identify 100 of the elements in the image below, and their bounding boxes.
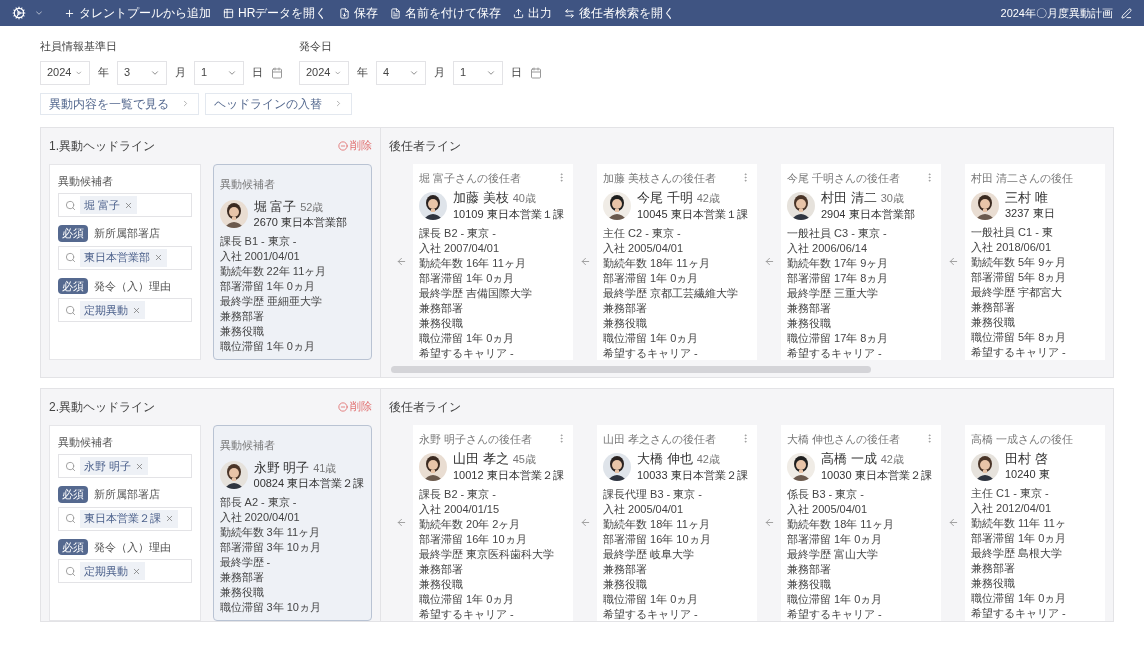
detail-line: 勤続年数 16年 11ヶ月 — [419, 255, 527, 271]
close-icon[interactable] — [165, 514, 174, 523]
detail-line: 最終学歴 亜細亜大学 — [219, 294, 323, 309]
selected-chip[interactable]: 永野 明子 — [80, 457, 149, 475]
person-name: 三村 唯 — [1005, 190, 1048, 206]
unit-label: 日 — [511, 65, 522, 81]
field-label: 発令（入）理由 — [94, 539, 171, 555]
person-department: 10012 東日本営業２課 — [453, 467, 564, 483]
detail-line: 部署滞留 1年 0ヵ月 — [419, 270, 516, 286]
candidate-card[interactable]: 異動候補者 堀 富子 52歳 2670 東日本営業部 課長 B1 - 東京 - 入社 2001/04/01 勤続年数 22年 11ヶ月 部署滞留 1年 0ヵ月 最終学歴 亜細亜大学 兼務部署 兼務役職 職位滞留 1年 0ヵ月 — [212, 163, 372, 360]
selected-chip[interactable]: 定期異動 — [80, 562, 145, 580]
toolbar-button[interactable]: 出力 — [513, 4, 553, 22]
plan-title: 2024年〇月度異動計画 — [1000, 5, 1113, 21]
pencil-icon[interactable] — [1121, 7, 1132, 19]
arrow-left-icon — [395, 517, 407, 528]
date-select[interactable]: 2024 — [299, 60, 349, 85]
detail-line: 入社 2004/01/15 — [419, 501, 501, 517]
detail-line: 希望するキャリア - — [419, 606, 515, 622]
date-select[interactable]: 1 — [453, 60, 503, 85]
selected-chip[interactable]: 堀 富子 — [80, 196, 138, 214]
field-label: 新所属部署店 — [94, 226, 160, 241]
action-button[interactable]: 異動内容を一覧で見る — [40, 92, 199, 115]
close-icon[interactable] — [132, 566, 141, 576]
detail-line: 最終学歴 - — [219, 555, 272, 570]
search-field[interactable]: 東日本営業部 — [58, 245, 192, 270]
gear-icon[interactable] — [12, 6, 26, 20]
scrollbar[interactable] — [391, 365, 871, 373]
detail-line: 兼務部署 — [971, 300, 1016, 315]
card-caption: 大橋 伸也さんの後任者 — [787, 431, 901, 447]
detail-line: 希望するキャリア - — [419, 345, 515, 361]
field-label: 新所属部署店 — [94, 487, 160, 502]
detail-line: 兼務役職 — [603, 315, 648, 331]
detail-line: 職位滞留 1年 0ヵ月 — [419, 330, 516, 346]
detail-line: 課長 B2 - 東京 - — [419, 486, 497, 502]
detail-line: 入社 2012/04/01 — [971, 501, 1053, 516]
date-select[interactable]: 4 — [376, 60, 426, 85]
person-department: 3237 東日 — [1005, 206, 1055, 221]
toolbar-button[interactable]: HRデータを開く — [223, 4, 328, 22]
successor-card[interactable]: 大橋 伸也さんの後任者 高橋 一成 42歳 10030 東日本営業２課 係長 B3 - 東京 - 入社 2005/04/01 勤続年数 18年 11ヶ月 部署滞留 1年 0ヵ月 最終学歴 富山大学 兼務部署 兼務役職 職位滞留 1年 0ヵ月 希望するキャリア - — [781, 424, 941, 621]
file-icon — [339, 7, 351, 19]
search-field[interactable]: 定期異動 — [58, 298, 192, 322]
chevron-right-icon — [334, 99, 343, 108]
successor-card[interactable]: 堀 富子さんの後任者 加藤 美枝 40歳 10109 東日本営業１課 課長 B2 - 東京 - 入社 2007/04/01 勤続年数 16年 11ヶ月 部署滞留 1年 0ヵ月 最終学歴 吉備国際大学 兼務部署 兼務役職 職位滞留 1年 0ヵ月 希望するキャリア - — [413, 163, 573, 360]
close-icon[interactable] — [124, 200, 134, 210]
person-name: 田村 啓 — [1005, 451, 1048, 467]
successor-card[interactable]: 今尾 千明さんの後任者 村田 清二 30歳 2904 東日本営業部 一般社員 C3 - 東京 - 入社 2006/06/14 勤続年数 17年 9ヶ月 部署滞留 17年 8ヵ月 最終学歴 三重大学 兼務部署 兼務役職 職位滞留 17年 8ヵ月 希望するキャリア - — [781, 163, 941, 360]
calendar-icon[interactable] — [271, 66, 283, 79]
detail-line: 職位滞留 1年 0ヵ月 — [971, 591, 1068, 606]
detail-line: 最終学歴 三重大学 — [787, 285, 880, 301]
person-name: 今尾 千明 — [637, 190, 693, 206]
close-icon[interactable] — [132, 305, 141, 315]
detail-line: 入社 2005/04/01 — [787, 501, 869, 517]
toolbar-button[interactable]: 保存 — [339, 4, 379, 22]
field-label: 異動候補者 — [58, 173, 113, 189]
toolbar-button[interactable]: 後任者検索を開く — [564, 4, 676, 22]
search-field[interactable]: 永野 明子 — [58, 454, 192, 478]
close-icon[interactable] — [154, 253, 163, 262]
search-field[interactable]: 堀 富子 — [58, 193, 192, 217]
detail-line: 勤続年数 22年 11ヶ月 — [219, 264, 328, 279]
toolbar-button[interactable]: 名前を付けて保存 — [390, 4, 502, 22]
person-name: 山田 孝之 — [453, 451, 509, 467]
selected-chip[interactable]: 東日本営業２課 — [80, 509, 178, 528]
person-department: 2670 東日本営業部 — [253, 215, 348, 230]
date-label: 発令日 — [299, 39, 333, 54]
action-button[interactable]: ヘッドラインの入替 — [205, 92, 352, 115]
detail-line: 入社 2018/06/01 — [971, 240, 1053, 255]
card-caption: 永野 明子さんの後任者 — [419, 431, 533, 447]
detail-line: 兼務役職 — [419, 315, 464, 331]
successor-card[interactable]: 加藤 美枝さんの後任者 今尾 千明 42歳 10045 東日本営業１課 主任 C2 - 東京 - 入社 2005/04/01 勤続年数 18年 11ヶ月 部署滞留 1年 0ヵ月 最終学歴 京都工芸繊維大学 兼務部署 兼務役職 職位滞留 1年 0ヵ月 希望するキャリア - — [597, 163, 757, 360]
detail-line: 主任 C1 - 東京 - — [971, 486, 1050, 501]
detail-line: 入社 2005/04/01 — [603, 501, 685, 517]
calendar-icon[interactable] — [530, 66, 542, 79]
upload-icon — [513, 7, 525, 19]
date-select[interactable]: 3 — [117, 60, 167, 85]
plus-icon — [64, 7, 75, 19]
card-caption: 異動候補者 — [219, 177, 275, 190]
search-field[interactable]: 定期異動 — [58, 559, 192, 583]
selected-chip[interactable]: 東日本営業部 — [80, 248, 167, 267]
successor-card[interactable]: 村田 清二さんの後任 三村 唯 3237 東日 一般社員 C1 - 東 入社 2018/06/01 勤続年数 5年 9ヶ月 部署滞留 5年 8ヵ月 最終学歴 宇都宮大 兼務部署 兼務役職 職位滞留 5年 8ヵ月 希望するキャリア - — [965, 163, 1105, 360]
field-label: 発令（入）理由 — [94, 278, 171, 294]
chevron-down-icon[interactable] — [34, 8, 44, 18]
successor-card[interactable]: 山田 孝之さんの後任者 大橋 伸也 42歳 10033 東日本営業２課 課長代理 B3 - 東京 - 入社 2005/04/01 勤続年数 18年 11ヶ月 部署滞留 16年 10ヵ月 最終学歴 岐阜大学 兼務部署 兼務役職 職位滞留 1年 0ヵ月 希望するキャリア - — [597, 424, 757, 621]
successor-card[interactable]: 永野 明子さんの後任者 山田 孝之 45歳 10012 東日本営業２課 課長 B2 - 東京 - 入社 2004/01/15 勤続年数 20年 2ヶ月 部署滞留 16年 10ヵ月 最終学歴 東京医科歯科大学 兼務部署 兼務役職 職位滞留 1年 0ヵ月 希望するキャリア - — [413, 424, 573, 621]
arrows-icon — [564, 7, 576, 19]
successor-card[interactable]: 高橋 一成さんの後任 田村 啓 10240 東 主任 C1 - 東京 - 入社 2012/04/01 勤続年数 11年 11ヶ 部署滞留 1年 0ヵ月 最終学歴 島根大学 兼務部署 兼務役職 職位滞留 1年 0ヵ月 希望するキャリア - — [965, 424, 1105, 621]
candidate-card[interactable]: 異動候補者 永野 明子 41歳 00824 東日本営業２課 部長 A2 - 東京 - 入社 2020/04/01 勤続年数 3年 11ヶ月 部署滞留 3年 10ヵ月 最終学歴 - 兼務部署 兼務役職 職位滞留 3年 10ヵ月 — [212, 424, 372, 621]
person-age: 30歳 — [880, 191, 904, 206]
card-caption: 今尾 千明さんの後任者 — [787, 170, 901, 186]
toolbar-button[interactable]: タレントプールから追加 — [64, 4, 211, 22]
date-select[interactable]: 2024 — [40, 60, 90, 85]
unit-label: 月 — [434, 65, 445, 81]
detail-line: 兼務部署 — [971, 561, 1016, 576]
detail-line: 部署滞留 1年 0ヵ月 — [971, 531, 1068, 546]
date-select[interactable]: 1 — [194, 60, 244, 85]
selected-chip[interactable]: 定期異動 — [80, 301, 145, 319]
close-icon[interactable] — [135, 461, 145, 471]
detail-line: 兼務部署 — [787, 300, 832, 316]
detail-line: 勤続年数 18年 11ヶ月 — [603, 516, 711, 532]
search-field[interactable]: 東日本営業２課 — [58, 506, 192, 531]
card-caption: 異動候補者 — [219, 438, 275, 451]
